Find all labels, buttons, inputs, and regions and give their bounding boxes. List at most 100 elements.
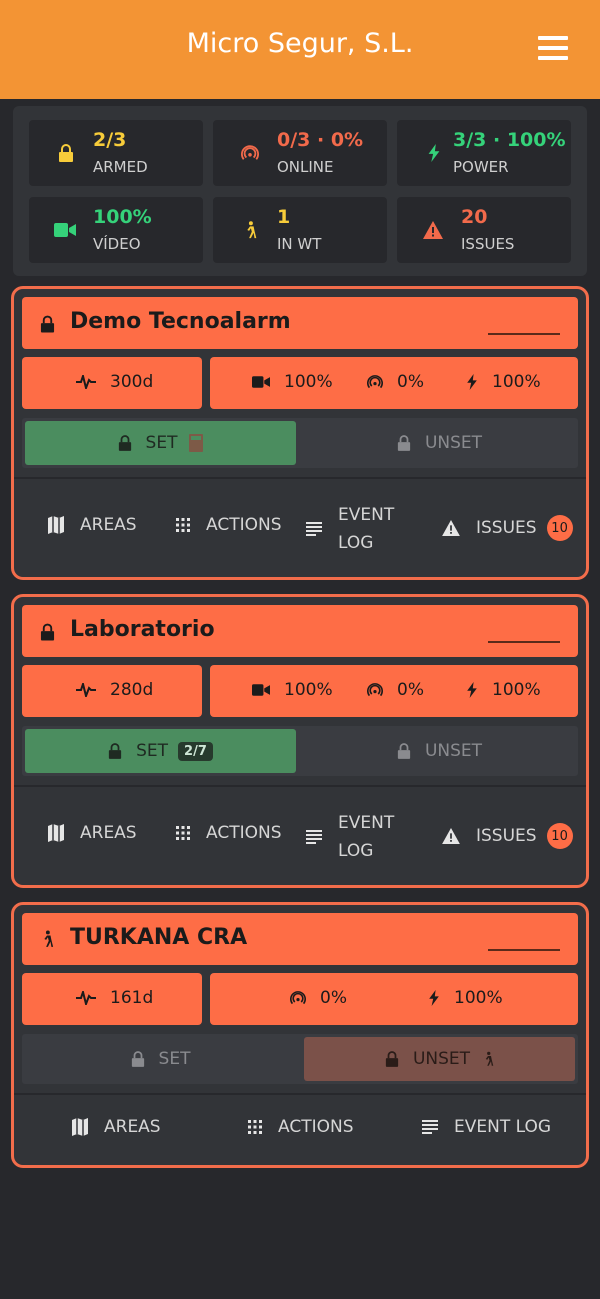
signal-icon — [367, 375, 383, 389]
divider-line — [488, 333, 560, 335]
set-label: SET — [136, 741, 169, 761]
list-icon — [306, 522, 322, 536]
list-icon — [422, 1120, 438, 1134]
lock-icon — [59, 144, 73, 162]
lock-icon — [397, 435, 411, 451]
stat-online[interactable]: 0/3 · 0% ONLINE — [213, 120, 387, 186]
issues-button[interactable]: ISSUES 10 — [442, 823, 573, 849]
unset-button[interactable]: UNSET — [304, 729, 575, 773]
event-log-label-2: LOG — [338, 533, 374, 553]
stat-in-wt-label: IN WT — [277, 235, 322, 253]
uptime-value: 161d — [110, 988, 154, 1008]
event-log-button[interactable]: EVENT LOG — [306, 501, 394, 557]
stat-armed[interactable]: 2/3 ARMED — [29, 120, 203, 186]
walking-person-icon — [247, 221, 257, 239]
page-title: Micro Segur, S.L. — [186, 28, 414, 59]
walking-person-icon — [44, 930, 54, 947]
arm-toggle: SET UNSET — [22, 418, 578, 468]
warning-icon — [442, 828, 460, 844]
set-button[interactable]: SET — [25, 1037, 296, 1081]
site-header[interactable]: TURKANA CRA — [22, 913, 578, 965]
set-button[interactable]: SET — [25, 421, 296, 465]
arm-toggle: SET 2/7 UNSET — [22, 726, 578, 776]
actions-button[interactable]: ACTIONS — [176, 515, 282, 535]
areas-label: AREAS — [80, 515, 137, 535]
divider-line — [488, 641, 560, 643]
partial-set-badge: 2/7 — [178, 741, 213, 761]
signal-value: 0% — [397, 372, 424, 392]
areas-button[interactable]: AREAS — [48, 515, 137, 535]
lock-icon — [40, 315, 55, 333]
areas-button[interactable]: AREAS — [48, 823, 137, 843]
site-actions: AREAS ACTIONS EVENT LOG — [14, 1093, 586, 1165]
video-camera-icon — [252, 684, 270, 696]
uptime-value: 280d — [110, 680, 154, 700]
stat-video-label: VÍDEO — [93, 235, 141, 253]
bolt-icon — [467, 682, 477, 698]
stat-in-wt[interactable]: 1 IN WT — [213, 197, 387, 263]
status-box: 100% 0% 100% — [210, 665, 578, 717]
stat-video[interactable]: 100% VÍDEO — [29, 197, 203, 263]
signal-value: 0% — [397, 680, 424, 700]
event-log-label-2: LOG — [338, 841, 374, 861]
map-icon — [72, 1118, 88, 1136]
list-icon — [306, 830, 322, 844]
calculator-icon — [189, 434, 204, 452]
set-label: SET — [158, 1049, 191, 1069]
stat-in-wt-value: 1 — [277, 206, 291, 228]
warning-icon — [442, 520, 460, 536]
set-label: SET — [145, 433, 178, 453]
issues-label: ISSUES — [476, 518, 537, 538]
set-button[interactable]: SET 2/7 — [25, 729, 296, 773]
issues-button[interactable]: ISSUES 10 — [442, 515, 573, 541]
site-name: Laboratorio — [70, 617, 215, 642]
areas-button[interactable]: AREAS — [72, 1117, 161, 1137]
site-actions: AREAS ACTIONS EVENT LOG ISSUES 10 — [14, 785, 586, 885]
event-log-label-1: EVENT — [338, 505, 395, 525]
hamburger-menu-icon[interactable] — [538, 36, 568, 60]
grid-icon — [176, 518, 190, 532]
summary-panel: 2/3 ARMED 0/3 · 0% ONLINE 3/3 · 100% POW… — [13, 106, 587, 276]
lock-icon — [118, 435, 131, 451]
event-log-button[interactable]: EVENT LOG — [422, 1117, 551, 1137]
pulse-icon — [76, 991, 96, 1005]
map-icon — [48, 824, 64, 842]
grid-icon — [248, 1120, 262, 1134]
lock-icon — [40, 623, 55, 641]
stat-issues-label: ISSUES — [461, 235, 515, 253]
areas-label: AREAS — [104, 1117, 161, 1137]
bolt-icon — [428, 144, 440, 162]
stat-armed-label: ARMED — [93, 158, 148, 176]
uptime-box: 300d — [22, 357, 202, 409]
site-card: TURKANA CRA 161d 0% 100% SET UNSET AREAS… — [11, 902, 589, 1168]
lock-icon — [108, 743, 122, 759]
stat-issues[interactable]: 20 ISSUES — [397, 197, 571, 263]
arm-toggle: SET UNSET — [22, 1034, 578, 1084]
issues-label: ISSUES — [476, 826, 537, 846]
grid-icon — [176, 826, 190, 840]
unset-label: UNSET — [412, 1049, 471, 1069]
stat-power[interactable]: 3/3 · 100% POWER — [397, 120, 571, 186]
power-value: 100% — [492, 372, 541, 392]
unset-button[interactable]: UNSET — [304, 421, 575, 465]
issues-count-badge: 10 — [546, 515, 573, 541]
bolt-icon — [429, 990, 439, 1006]
issues-count-badge: 10 — [546, 823, 573, 849]
app-header: Micro Segur, S.L. — [0, 0, 600, 99]
map-icon — [48, 516, 64, 534]
site-header[interactable]: Demo Tecnoalarm — [22, 297, 578, 349]
unset-label: UNSET — [424, 741, 483, 761]
unset-button[interactable]: UNSET — [304, 1037, 575, 1081]
event-log-button[interactable]: EVENT LOG — [306, 809, 394, 865]
uptime-value: 300d — [110, 372, 154, 392]
uptime-box: 280d — [22, 665, 202, 717]
site-header[interactable]: Laboratorio — [22, 605, 578, 657]
actions-button[interactable]: ACTIONS — [248, 1117, 354, 1137]
video-camera-icon — [252, 376, 270, 388]
bolt-icon — [467, 374, 477, 390]
stat-online-value: 0/3 · 0% — [277, 129, 364, 151]
pulse-icon — [76, 683, 96, 697]
actions-button[interactable]: ACTIONS — [176, 823, 282, 843]
status-box: 100% 0% 100% — [210, 357, 578, 409]
divider-line — [488, 949, 560, 951]
